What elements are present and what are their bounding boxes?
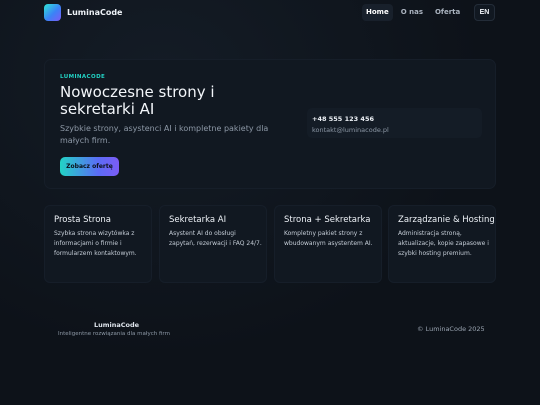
service-card-ai-secretary: Sekretarka AI Asystent AI do obsługi zap… [159, 205, 267, 283]
brand-link[interactable]: LuminaCode [44, 4, 122, 21]
contact-phone[interactable]: +48 555 123 456 [312, 115, 374, 123]
hero-section: LUMINACODE Nowoczesne strony i sekretark… [44, 59, 496, 189]
service-description: Szybka strona wizytówka z informacjami o… [54, 230, 137, 257]
footer-brand: LuminaCode [94, 321, 140, 329]
service-description: Kompletny pakiet strony z wbudowanym asy… [284, 230, 373, 247]
hero-subtitle: Szybkie strony, asystenci AI i kompletne… [60, 124, 269, 145]
language-toggle-button[interactable]: EN [474, 4, 495, 21]
contact-card: +48 555 123 456 kontakt@luminacode.pl [307, 108, 482, 138]
service-title: Strona + Sekretarka [284, 215, 371, 225]
service-title: Sekretarka AI [169, 215, 227, 225]
hero-eyebrow: LUMINACODE [60, 74, 106, 80]
service-card-site-plus-secretary: Strona + Sekretarka Kompletny pakiet str… [274, 205, 382, 283]
view-offer-button[interactable]: Zobacz ofertę [60, 157, 119, 176]
top-navbar: LuminaCode Home O nas Oferta EN [0, 0, 540, 26]
footer-copyright: © LuminaCode 2025 [417, 325, 485, 333]
main-nav: Home O nas Oferta [362, 4, 464, 21]
contact-email[interactable]: kontakt@luminacode.pl [312, 126, 389, 134]
brand-name: LuminaCode [67, 8, 123, 17]
nav-link-home[interactable]: Home [362, 4, 393, 21]
hero-title: Nowoczesne strony i sekretarki AI [60, 83, 215, 118]
service-card-management-hosting: Zarządzanie & Hosting Administracja stro… [388, 205, 496, 283]
nav-link-offer[interactable]: Oferta [431, 4, 464, 21]
logo-icon [44, 4, 61, 21]
service-card-simple-site: Prosta Strona Szybka strona wizytówka z … [44, 205, 152, 283]
footer-tagline: Inteligentne rozwiązania dla małych firm [58, 331, 170, 337]
service-description: Administracja stroną, aktualizacje, kopi… [398, 230, 489, 257]
service-title: Zarządzanie & Hosting [398, 215, 495, 225]
service-title: Prosta Strona [54, 215, 111, 225]
service-description: Asystent AI do obsługi zapytań, rezerwac… [169, 230, 262, 247]
nav-link-about[interactable]: O nas [397, 4, 427, 21]
